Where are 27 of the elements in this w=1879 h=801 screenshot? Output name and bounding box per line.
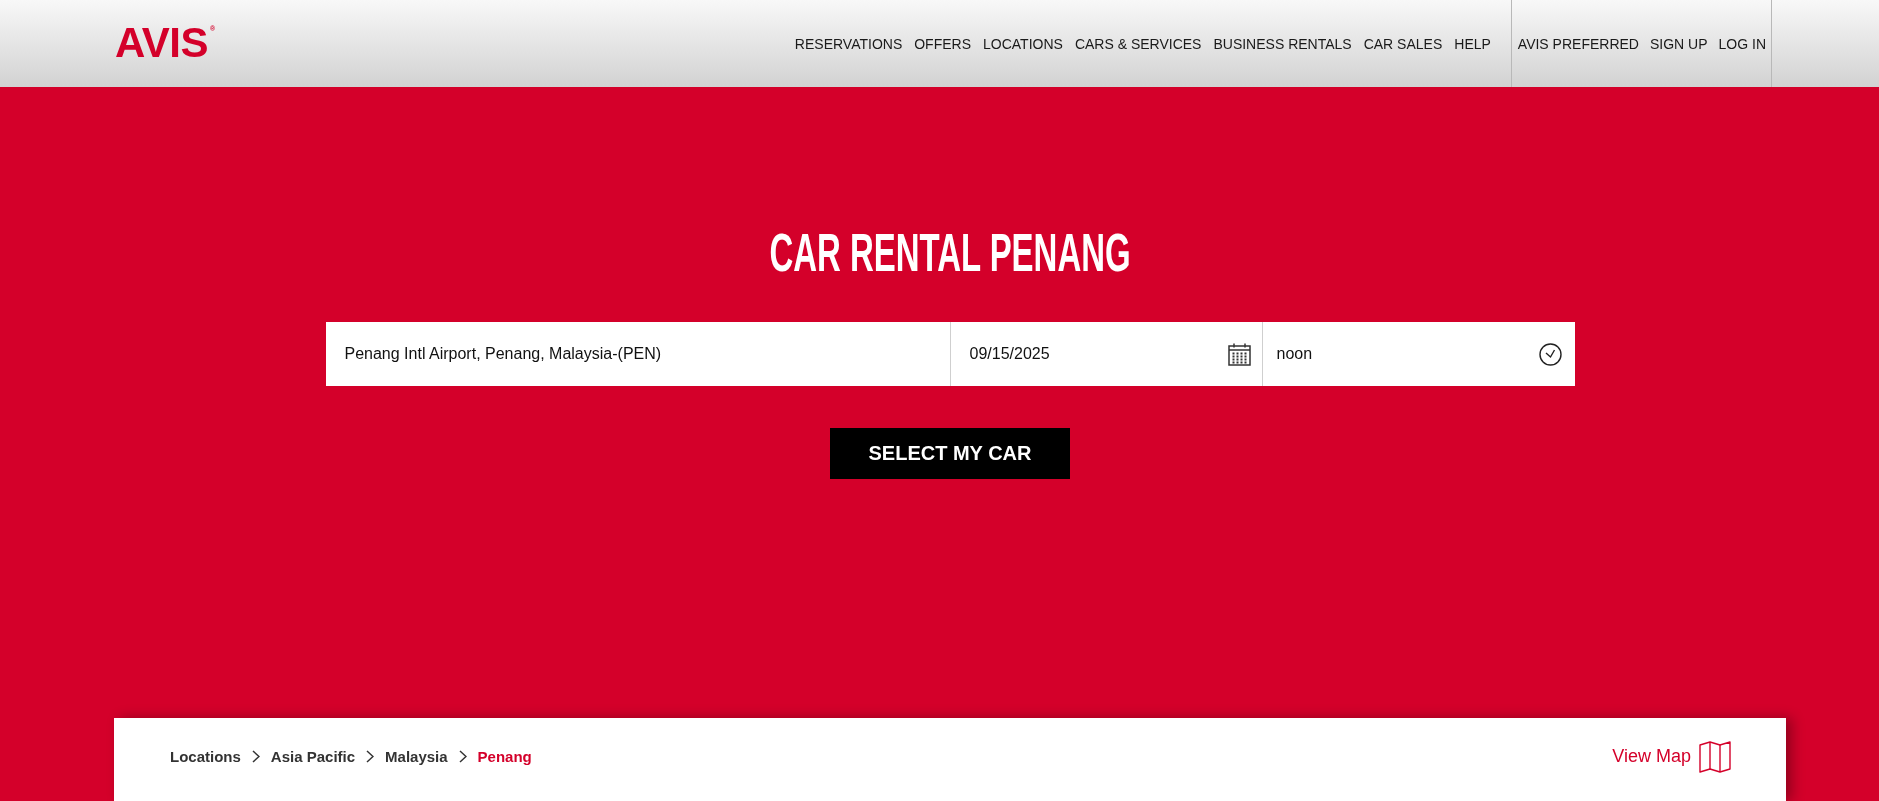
select-car-button[interactable]: SELECT MY CAR: [830, 428, 1070, 479]
breadcrumb-link[interactable]: Asia Pacific: [270, 748, 356, 765]
account-link[interactable]: SIGN UP: [1649, 35, 1708, 52]
calendar-icon[interactable]: [1227, 342, 1251, 366]
chevron-right-icon: [458, 750, 467, 763]
date-field[interactable]: 09/15/2025: [950, 322, 1263, 386]
account-link[interactable]: AVIS PREFERRED: [1517, 35, 1639, 52]
breadcrumb-link[interactable]: Locations: [170, 748, 241, 765]
view-map-link[interactable]: View Map: [1612, 740, 1731, 773]
breadcrumb-current: Penang: [477, 748, 532, 765]
chevron-right-icon: [366, 750, 375, 763]
nav-link[interactable]: CARS & SERVICES: [1074, 35, 1202, 52]
account-link[interactable]: LOG IN: [1718, 35, 1766, 52]
breadcrumb-link[interactable]: Malaysia: [385, 748, 448, 765]
map-icon: [1699, 740, 1731, 773]
nav-link[interactable]: LOCATIONS: [983, 35, 1063, 52]
nav-link[interactable]: OFFERS: [914, 35, 971, 52]
nav-link[interactable]: HELP: [1454, 35, 1491, 52]
location-field[interactable]: Penang Intl Airport, Penang, Malaysia-(PEN): [325, 322, 951, 386]
page-title: CAR RENTAL PENANG: [769, 225, 1131, 279]
clock-icon[interactable]: [1538, 342, 1562, 366]
nav-link[interactable]: CAR SALES: [1363, 35, 1443, 52]
time-select[interactable]: noon: [1262, 322, 1575, 386]
nav-link[interactable]: RESERVATIONS: [794, 35, 903, 52]
chevron-right-icon: [251, 750, 260, 763]
nav-link[interactable]: BUSINESS RENTALS: [1213, 35, 1352, 52]
logo[interactable]: AVIS$^{®}$: [115, 21, 215, 64]
